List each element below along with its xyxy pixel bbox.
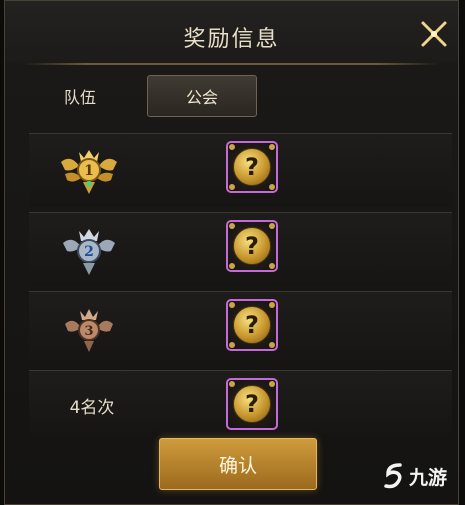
jiuyou-logo-icon — [384, 463, 402, 489]
rank-label: 4名次 — [69, 398, 115, 418]
title-bar: 奖励信息 — [5, 1, 458, 63]
rank-row-3: 3 ? — [29, 291, 452, 365]
dialog-title: 奖励信息 — [183, 27, 280, 52]
title-divider — [23, 63, 440, 65]
rank-row-1: 1 ? — [29, 133, 452, 207]
reward-item-box[interactable]: ? — [226, 299, 278, 351]
svg-text:1: 1 — [84, 163, 94, 179]
mystery-reward-icon: ? — [233, 385, 271, 423]
reward-info-dialog: 奖励信息 队伍 公会 1 ? 2 ? 3 ? 4名次 ? 确认 九游 — [4, 0, 459, 505]
mystery-reward-icon: ? — [233, 306, 271, 344]
rank-1-gold-trophy-icon: 1 — [61, 150, 117, 194]
tab-bar: 队伍 公会 — [5, 67, 458, 125]
close-x-icon — [421, 21, 447, 47]
rank-2-silver-trophy-icon: 2 — [63, 229, 115, 275]
watermark-text: 九游 — [409, 466, 448, 489]
tab-team[interactable]: 队伍 — [35, 77, 125, 115]
close-button[interactable] — [415, 15, 453, 53]
reward-item-box[interactable]: ? — [226, 378, 278, 430]
mystery-reward-icon: ? — [233, 148, 271, 186]
mystery-reward-icon: ? — [233, 227, 271, 265]
watermark-logo: 九游 — [383, 456, 465, 496]
svg-text:2: 2 — [84, 244, 94, 260]
rank-3-bronze-trophy-icon: 3 — [65, 309, 113, 352]
rank-row-4: 4名次 ? — [29, 370, 452, 434]
svg-text:3: 3 — [84, 324, 93, 339]
confirm-button[interactable]: 确认 — [159, 438, 317, 490]
rank-row-2: 2 ? — [29, 212, 452, 286]
reward-item-box[interactable]: ? — [226, 141, 278, 193]
tab-guild[interactable]: 公会 — [147, 75, 257, 117]
reward-item-box[interactable]: ? — [226, 220, 278, 272]
